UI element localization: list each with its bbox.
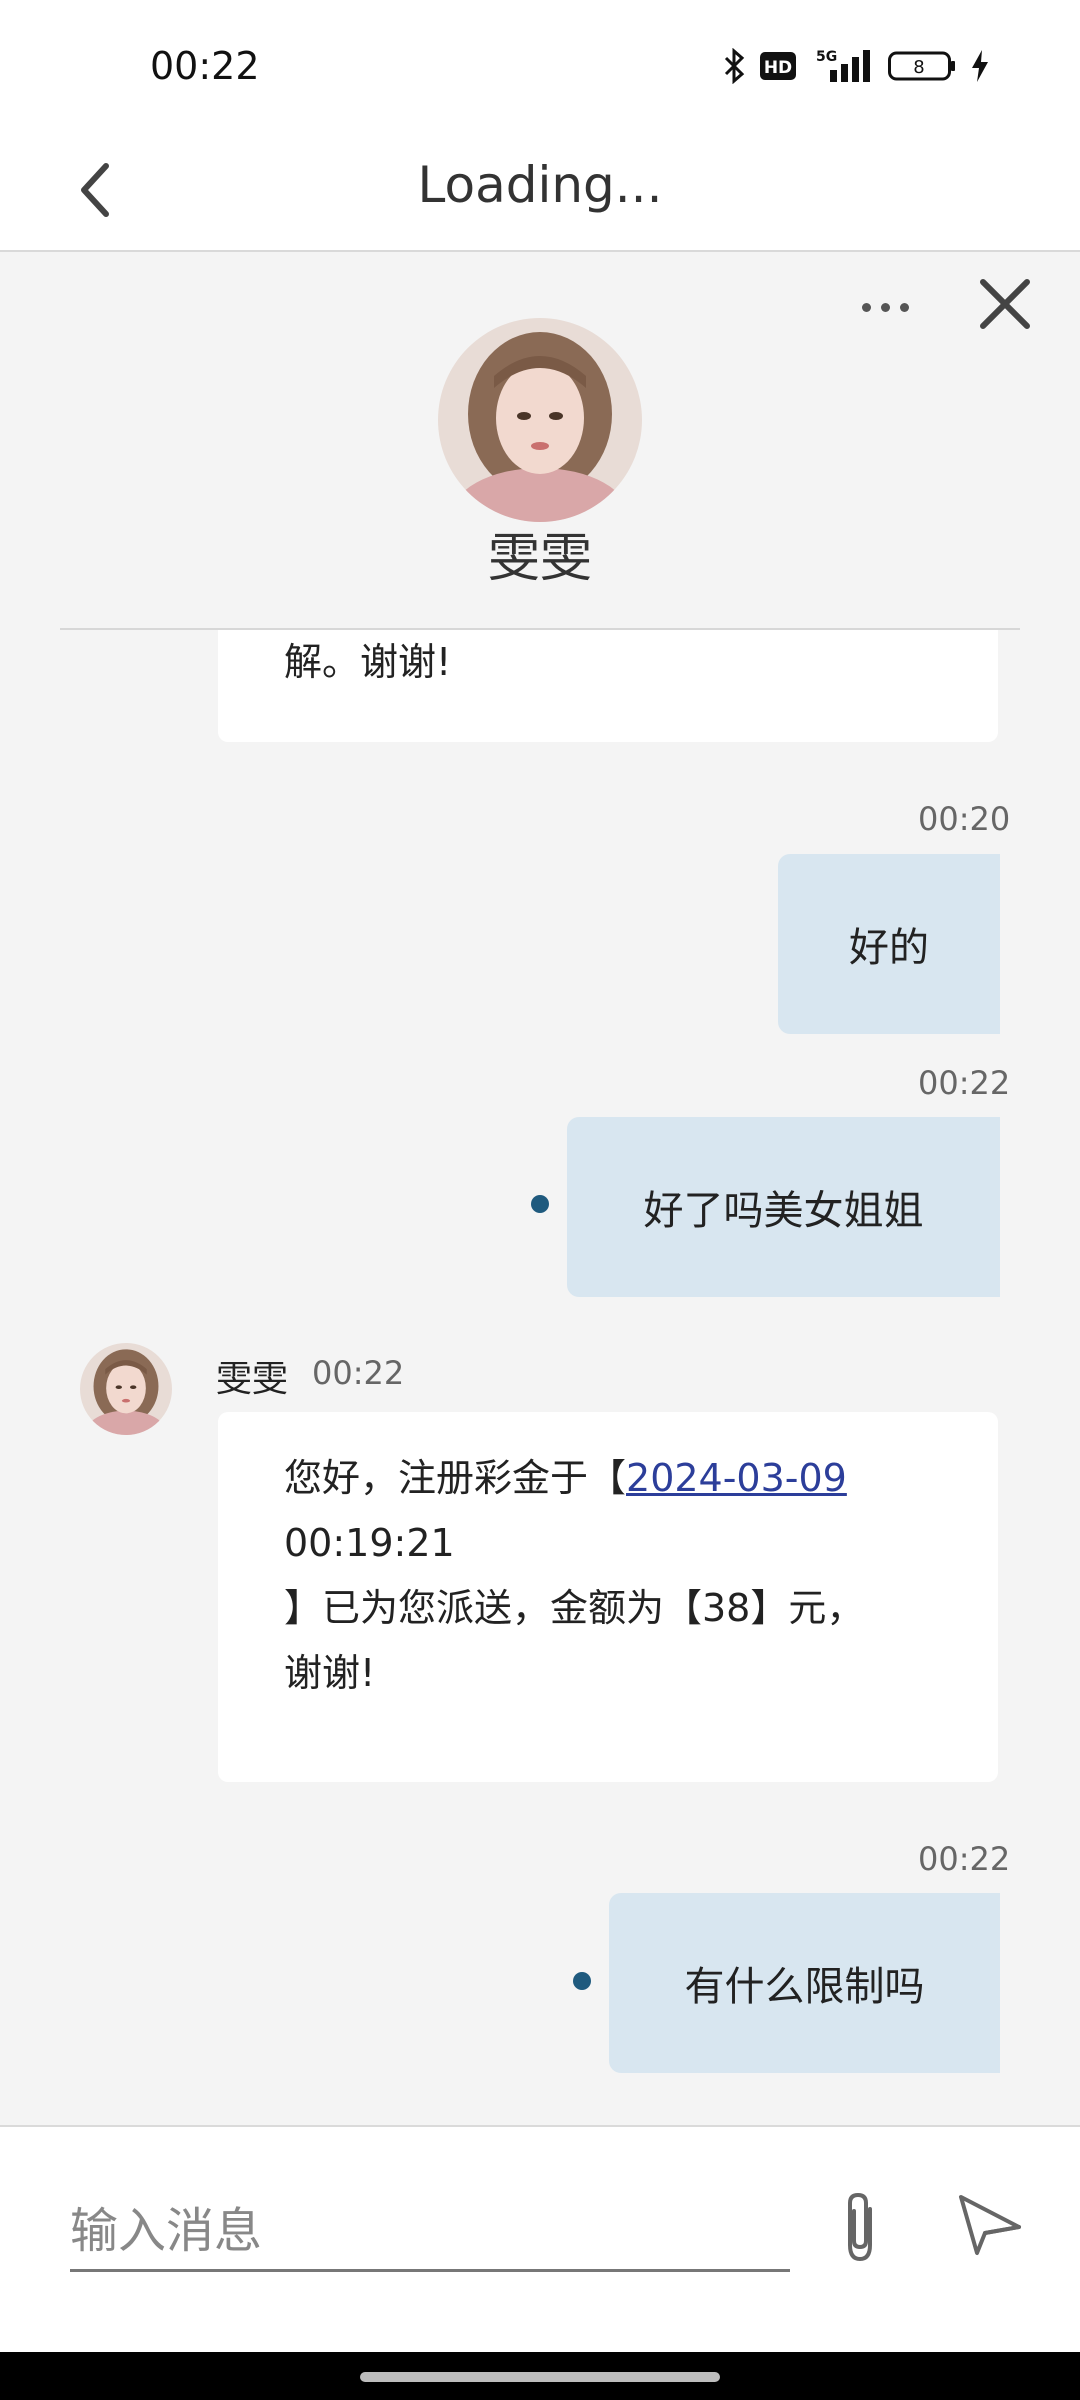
close-icon xyxy=(980,279,1030,329)
unread-dot xyxy=(573,1972,591,1990)
message-line: 00:19:21 xyxy=(284,1521,455,1565)
message-line: 谢谢! xyxy=(284,1651,376,1695)
more-options-button[interactable] xyxy=(850,282,920,332)
home-indicator[interactable] xyxy=(360,2372,720,2382)
unread-dot xyxy=(531,1195,549,1213)
message-time: 00:22 xyxy=(312,1354,405,1392)
message-time: 00:22 xyxy=(918,1064,1011,1102)
more-dot-icon xyxy=(880,302,890,312)
date-link[interactable]: 2024-03-09 xyxy=(626,1456,847,1500)
attach-button[interactable] xyxy=(830,2187,890,2267)
close-button[interactable] xyxy=(975,274,1035,334)
agent-photo xyxy=(438,318,642,522)
agent-photo xyxy=(80,1343,172,1435)
send-button[interactable] xyxy=(955,2189,1025,2259)
chat-header: 雯雯 xyxy=(0,252,1080,630)
user-message-bubble: 有什么限制吗 xyxy=(609,1893,1000,2073)
user-message-bubble: 好了吗美女姐姐 xyxy=(567,1117,1000,1297)
agent-avatar xyxy=(438,318,642,522)
hd-icon: HD xyxy=(760,52,796,80)
message-text: 有什么限制吗 xyxy=(684,1964,925,2010)
nav-bar: Loading... xyxy=(0,128,1080,252)
network-label: 5G xyxy=(816,49,837,65)
agent-message-bubble: 您好，注册彩金于【2024-03-09 00:19:21 】已为您派送，金额为【… xyxy=(218,1412,998,1782)
message-input[interactable] xyxy=(70,2192,790,2272)
signal-5g-icon: 5G xyxy=(816,49,870,82)
message-line: 】已为您派送，金额为【38】元， xyxy=(284,1586,865,1630)
bluetooth-icon xyxy=(724,48,745,84)
agent-avatar-small xyxy=(80,1343,172,1435)
status-time: 00:22 xyxy=(150,44,260,88)
agent-message-bubble: 解。谢谢! xyxy=(218,630,998,742)
user-message-bubble: 好的 xyxy=(778,854,1000,1034)
more-dot-icon xyxy=(861,302,871,312)
more-dot-icon xyxy=(899,302,909,312)
message-text: 好的 xyxy=(849,925,929,971)
paperclip-icon xyxy=(848,2192,872,2262)
sender-name: 雯雯 xyxy=(216,1359,289,1400)
message-line: 您好，注册彩金于【2024-03-09 xyxy=(284,1446,932,1511)
agent-name: 雯雯 xyxy=(487,529,592,589)
gesture-bar xyxy=(0,2352,1080,2400)
status-bar: 00:22 HD 5G 8 xyxy=(0,0,1080,128)
send-icon xyxy=(959,2195,1021,2255)
message-text: 好了吗美女姐姐 xyxy=(643,1188,924,1234)
charging-icon xyxy=(972,50,988,82)
message-list[interactable]: 解。谢谢! 00:20 好的 00:22 好了吗美女姐姐 雯雯 00:22 您好… xyxy=(0,630,1080,2125)
page-title: Loading... xyxy=(417,156,663,214)
status-icons: HD 5G 8 xyxy=(722,46,990,86)
message-text: 您好，注册彩金于【 xyxy=(284,1456,627,1500)
battery-icon: 8 xyxy=(888,51,955,81)
message-time: 00:22 xyxy=(918,1840,1011,1878)
message-composer xyxy=(0,2125,1080,2352)
battery-level: 8 xyxy=(913,57,924,78)
message-text: 解。谢谢! xyxy=(284,640,452,684)
hd-badge-text: HD xyxy=(764,58,792,78)
message-time: 00:20 xyxy=(918,800,1011,838)
